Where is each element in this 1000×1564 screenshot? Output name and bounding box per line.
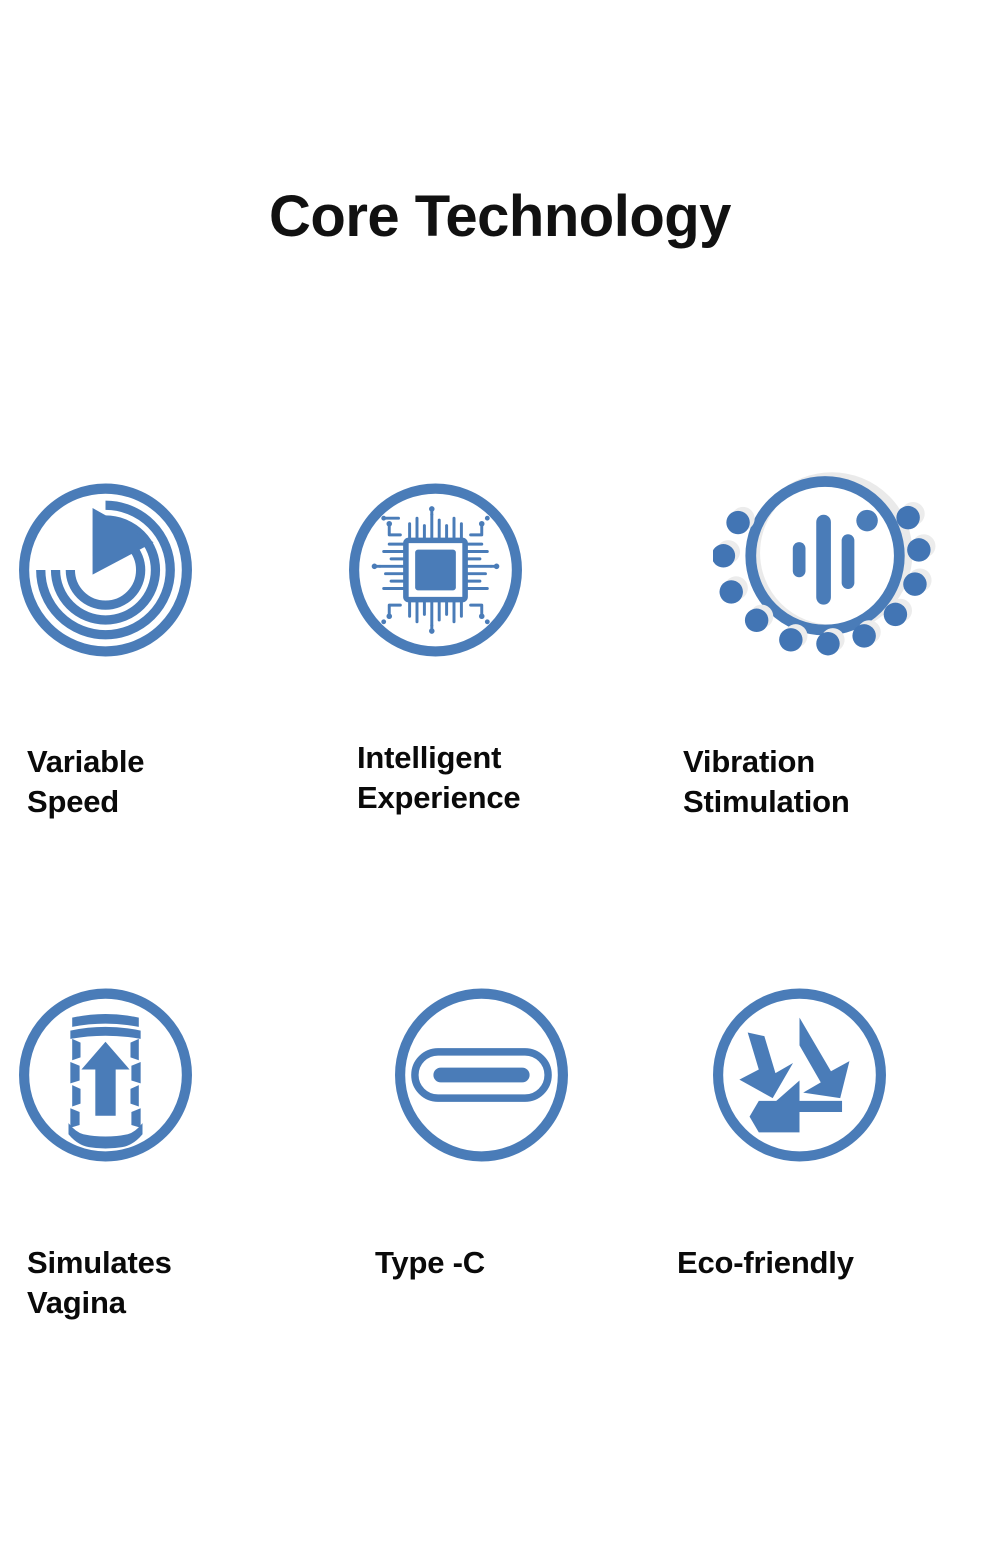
vibration-waveform-icon [713,472,936,656]
variable-speed-icon [19,483,192,657]
microchip-icon [349,483,522,657]
feature-variable-speed: Variable Speed [13,470,313,819]
feature-label: Vibration Stimulation [683,744,850,820]
feature-type-c: Type -C [343,975,643,1280]
feature-label: Type -C [375,1245,485,1280]
recycle-icon [713,988,886,1162]
feature-simulates-vagina: Simulates Vagina [13,975,313,1320]
feature-label: Variable Speed [27,744,145,820]
core-technology-page: Core Technology Variable Speed Intellige… [0,0,1000,1564]
icon-wrapper [665,470,965,685]
feature-label: Simulates Vagina [27,1245,172,1321]
feature-label: Intelligent Experience [357,740,521,816]
feature-eco-friendly: Eco-friendly [665,975,965,1280]
icon-wrapper [13,470,313,685]
feature-row-top: Variable Speed Intelligent Experience Vi… [0,470,1000,955]
feature-vibration-stimulation: Vibration Stimulation [665,470,965,819]
feature-row-bottom: Simulates Vagina Type -C Eco-friendly [0,975,1000,1460]
page-title: Core Technology [269,184,731,249]
feature-intelligent-experience: Intelligent Experience [343,470,643,815]
usb-type-c-icon [395,988,568,1162]
feature-grid: Variable Speed Intelligent Experience Vi… [0,470,1000,1460]
sleeve-arrow-icon [19,988,192,1162]
icon-wrapper [343,470,643,685]
icon-wrapper [665,975,965,1190]
icon-wrapper [343,975,643,1190]
icon-wrapper [13,975,313,1190]
feature-label: Eco-friendly [677,1245,854,1280]
